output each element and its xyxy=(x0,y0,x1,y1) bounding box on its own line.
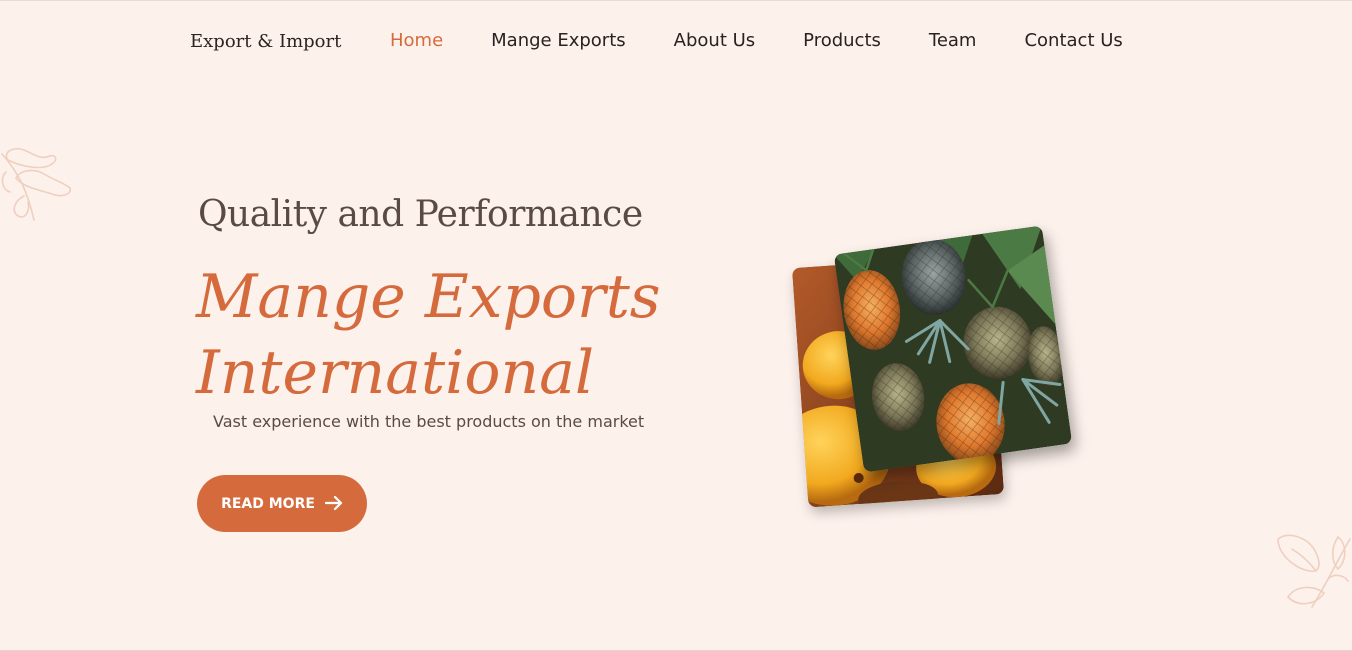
brand-logo-link[interactable]: Export & Import xyxy=(190,31,341,52)
read-more-label: READ MORE xyxy=(221,495,315,512)
nav-item-contact-us: Contact Us xyxy=(1024,30,1122,51)
nav-link-mange-exports[interactable]: Mange Exports xyxy=(491,30,626,51)
nav-item-about-us: About Us xyxy=(674,30,756,51)
page: Export & Import Home Mange Exports About… xyxy=(0,0,1352,651)
nav-item-home: Home xyxy=(390,30,443,51)
leaf-decoration-icon xyxy=(1,147,72,221)
nav-menu: Home Mange Exports About Us Products Tea… xyxy=(390,30,1123,51)
nav-item-mange-exports: Mange Exports xyxy=(491,30,626,51)
hero-headline-line-1: Mange Exports xyxy=(196,262,661,332)
arrow-right-icon xyxy=(324,494,343,514)
hero-tagline: Vast experience with the best products o… xyxy=(213,412,645,431)
nav-link-products[interactable]: Products xyxy=(803,30,881,51)
leaf-decoration-icon xyxy=(1277,534,1351,608)
hero-subtitle: Quality and Performance xyxy=(198,194,643,235)
nav-item-products: Products xyxy=(803,30,881,51)
nav-link-team[interactable]: Team xyxy=(929,30,977,51)
hero-headline-line-2: International xyxy=(196,338,595,408)
nav-link-home[interactable]: Home xyxy=(390,30,443,51)
nav-link-about-us[interactable]: About Us xyxy=(674,30,756,51)
top-navigation: Export & Import Home Mange Exports About… xyxy=(0,1,1352,83)
nav-link-contact-us[interactable]: Contact Us xyxy=(1024,30,1122,51)
pineapple-photo-front xyxy=(833,225,1073,473)
read-more-button[interactable]: READ MORE xyxy=(197,475,367,532)
nav-item-team: Team xyxy=(929,30,977,51)
hero-headline: Mange Exports International xyxy=(196,259,716,411)
